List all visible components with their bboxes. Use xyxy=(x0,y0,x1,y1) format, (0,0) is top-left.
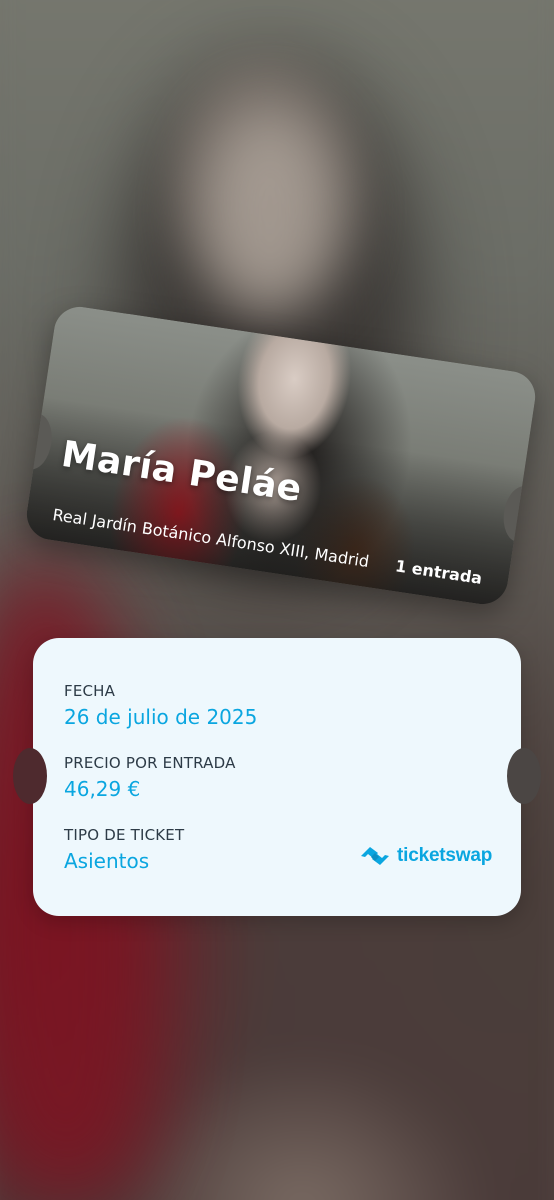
price-label: PRECIO POR ENTRADA xyxy=(64,754,236,772)
details-notch-right xyxy=(507,748,541,804)
date-value: 26 de julio de 2025 xyxy=(64,705,258,729)
details-notch-left xyxy=(13,748,47,804)
date-label: FECHA xyxy=(64,682,116,700)
ticket-type-label: TIPO DE TICKET xyxy=(64,826,185,844)
ticket-details-card: FECHA 26 de julio de 2025 PRECIO POR ENT… xyxy=(13,638,541,916)
background-face xyxy=(195,100,345,320)
ticket-screen: María Peláe Real Jardín Botánico Alfonso… xyxy=(0,0,554,1200)
price-value: 46,29 € xyxy=(64,777,141,801)
ticketswap-brand: ticketswap xyxy=(359,844,492,868)
ticket-type-value: Asientos xyxy=(64,849,150,873)
brand-name: ticketswap xyxy=(397,845,493,866)
ticketswap-logo-icon xyxy=(361,847,389,865)
